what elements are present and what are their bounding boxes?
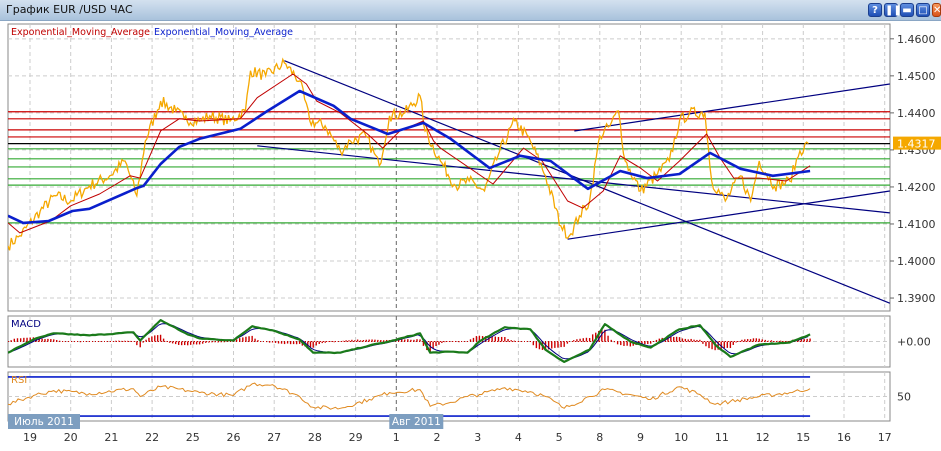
x-tick-label: 26	[227, 431, 241, 444]
y-tick-label: 1.3900	[897, 292, 936, 305]
x-tick-label: 1	[393, 431, 400, 444]
x-tick-label: 19	[23, 431, 37, 444]
current-price-label: 1.4317	[897, 138, 936, 151]
y-tick-label: 1.4200	[897, 181, 936, 194]
x-tick-label: 25	[186, 431, 200, 444]
legend-ema-fast: Exponential_Moving_Average	[11, 27, 151, 38]
y-tick-label: 1.4100	[897, 218, 936, 231]
x-tick-label: 3	[474, 431, 481, 444]
x-tick-label: 5	[556, 431, 563, 444]
x-tick-label: 15	[796, 431, 810, 444]
chart-canvas[interactable]: 1.46001.45001.44001.43001.42001.41001.40…	[0, 0, 941, 451]
x-tick-label: 8	[596, 431, 603, 444]
x-tick-label: 10	[674, 431, 688, 444]
y-tick-label: 1.4500	[897, 70, 936, 83]
x-tick-label: 27	[267, 431, 281, 444]
month-label: Авг 2011	[392, 416, 441, 428]
x-tick-label: 17	[878, 431, 892, 444]
x-tick-label: 4	[515, 431, 522, 444]
x-tick-label: 16	[837, 431, 851, 444]
x-tick-label: 20	[64, 431, 78, 444]
y-tick-label: 1.4400	[897, 107, 936, 120]
legend-ema-slow: Exponential_Moving_Average	[154, 27, 294, 38]
macd-y-tick-label: +0.00	[897, 336, 931, 349]
x-tick-label: 28	[308, 431, 322, 444]
month-label: Июль 2011	[14, 416, 74, 428]
x-tick-label: 22	[145, 431, 159, 444]
y-tick-label: 1.4000	[897, 255, 936, 268]
x-tick-label: 12	[756, 431, 770, 444]
rsi-y-tick-label: 50	[897, 391, 911, 404]
x-tick-label: 21	[104, 431, 118, 444]
rsi-title: RSI	[11, 375, 27, 386]
macd-title: MACD	[11, 319, 41, 330]
chart-legend: Exponential_Moving_Average Exponential_Mo…	[11, 27, 297, 38]
y-tick-label: 1.4600	[897, 33, 936, 46]
x-tick-label: 2	[434, 431, 441, 444]
x-tick-label: 9	[637, 431, 644, 444]
x-tick-label: 11	[715, 431, 729, 444]
x-tick-label: 29	[349, 431, 363, 444]
